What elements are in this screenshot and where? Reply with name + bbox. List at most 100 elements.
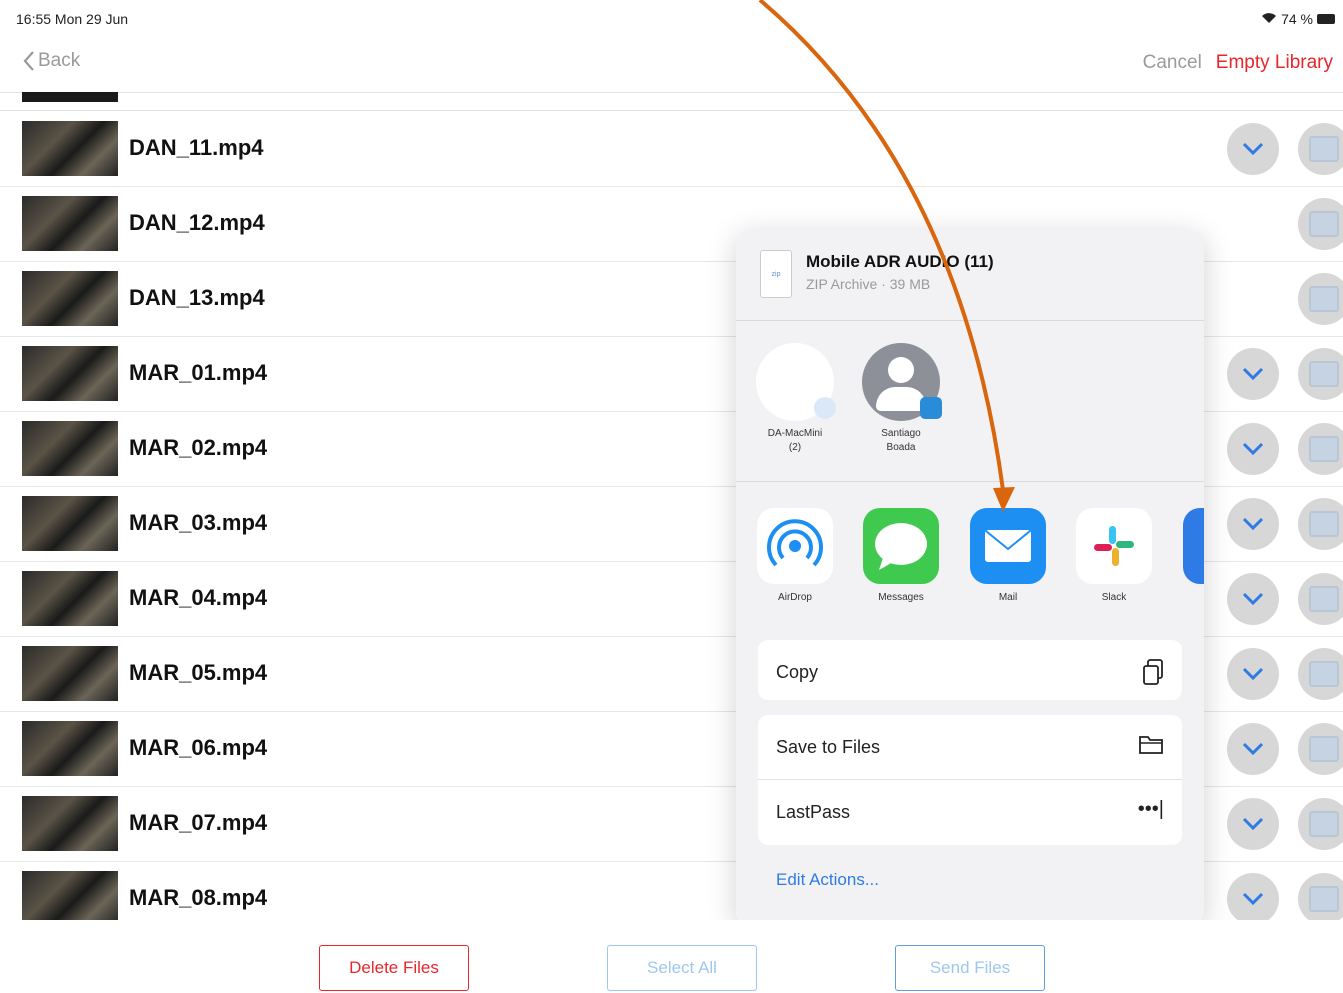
video-thumbnail-partial	[22, 92, 118, 102]
app-label: Mail	[998, 592, 1018, 603]
contact-name-detail: (2)	[788, 442, 802, 453]
download-button[interactable]	[1227, 798, 1279, 850]
action-group-files: Save to Files LastPass •••|	[758, 715, 1182, 845]
airdrop-badge-icon	[814, 397, 836, 419]
download-button[interactable]	[1227, 123, 1279, 175]
app-airdrop[interactable]: AirDrop	[750, 508, 840, 603]
action-label: Copy	[776, 662, 819, 682]
status-right: 74 %	[1261, 11, 1335, 27]
image-preview-icon	[1309, 886, 1339, 912]
preview-button[interactable]	[1298, 123, 1343, 175]
mail-icon	[970, 508, 1046, 584]
download-button[interactable]	[1227, 423, 1279, 475]
copy-action[interactable]: Copy	[758, 640, 1182, 700]
download-button[interactable]	[1227, 348, 1279, 400]
download-button[interactable]	[1227, 873, 1279, 920]
share-subtitle: ZIP Archive · 39 MB	[806, 276, 931, 292]
edit-actions-link[interactable]: Edit Actions...	[776, 870, 879, 890]
chevron-down-icon	[1242, 892, 1264, 906]
file-name: DAN_12.mp4	[129, 210, 265, 235]
back-button[interactable]: Back	[22, 50, 80, 72]
app-messages[interactable]: Messages	[856, 508, 946, 603]
share-apps: AirDrop Messages Mail Slack	[736, 482, 1204, 610]
wifi-icon	[1261, 11, 1277, 27]
image-preview-icon	[1309, 736, 1339, 762]
file-row[interactable]: DAN_11.mp4	[0, 111, 1343, 187]
image-preview-icon	[1309, 136, 1339, 162]
preview-button[interactable]	[1298, 423, 1343, 475]
cancel-button[interactable]: Cancel	[1143, 52, 1202, 74]
chevron-down-icon	[1242, 592, 1264, 606]
contact-da-macmini[interactable]: DA-MacMini (2)	[750, 343, 840, 455]
chevron-down-icon	[1242, 517, 1264, 531]
select-all-button[interactable]: Select All	[607, 945, 757, 991]
image-preview-icon	[1309, 361, 1339, 387]
contact-name: Santiago	[881, 428, 921, 439]
image-preview-icon	[1309, 661, 1339, 687]
preview-button[interactable]	[1298, 648, 1343, 700]
file-name: MAR_01.mp4	[129, 360, 268, 385]
image-preview-icon	[1309, 436, 1339, 462]
contact-name: DA-MacMini	[767, 428, 823, 439]
share-sheet: zip Mobile ADR AUDIO (11) ZIP Archive · …	[736, 230, 1204, 926]
file-name: MAR_02.mp4	[129, 435, 268, 460]
preview-button[interactable]	[1298, 873, 1343, 920]
zip-file-icon: zip	[760, 250, 792, 298]
video-thumbnail	[22, 571, 118, 626]
video-thumbnail	[22, 346, 118, 401]
app-more[interactable]	[1176, 508, 1204, 584]
lastpass-icon: •••|	[1137, 798, 1164, 820]
preview-button[interactable]	[1298, 348, 1343, 400]
app-mail[interactable]: Mail	[963, 508, 1053, 603]
image-preview-icon	[1309, 286, 1339, 312]
status-bar: 16:55 Mon 29 Jun 74 %	[0, 0, 1343, 36]
person-avatar-icon	[862, 343, 942, 421]
chevron-down-icon	[1242, 142, 1264, 156]
airdrop-icon	[757, 508, 833, 584]
battery-icon	[1317, 14, 1335, 24]
more-apps-icon	[1183, 508, 1204, 584]
app-label: Messages	[878, 592, 924, 603]
video-thumbnail	[22, 271, 118, 326]
preview-button[interactable]	[1298, 573, 1343, 625]
file-name: DAN_13.mp4	[129, 285, 265, 310]
app-label: Slack	[1101, 592, 1127, 603]
file-name: MAR_05.mp4	[129, 660, 268, 685]
preview-button[interactable]	[1298, 723, 1343, 775]
file-name: MAR_06.mp4	[129, 735, 268, 760]
preview-button[interactable]	[1298, 498, 1343, 550]
preview-button[interactable]	[1298, 198, 1343, 250]
download-button[interactable]	[1227, 723, 1279, 775]
battery-percent: 74 %	[1281, 11, 1313, 27]
back-label: Back	[38, 50, 81, 71]
contact-name-detail: Boada	[886, 442, 916, 453]
send-files-button[interactable]: Send Files	[895, 945, 1045, 991]
contact-santiago-boada[interactable]: Santiago Boada	[856, 343, 946, 455]
save-to-files-action[interactable]: Save to Files	[758, 715, 1182, 780]
preview-button[interactable]	[1298, 798, 1343, 850]
status-time: 16:55 Mon 29 Jun	[16, 11, 129, 27]
video-thumbnail	[22, 121, 118, 176]
download-button[interactable]	[1227, 498, 1279, 550]
chevron-down-icon	[1242, 817, 1264, 831]
share-header: zip Mobile ADR AUDIO (11) ZIP Archive · …	[736, 230, 1204, 321]
video-thumbnail	[22, 421, 118, 476]
video-thumbnail	[22, 871, 118, 920]
chevron-down-icon	[1242, 442, 1264, 456]
app-slack[interactable]: Slack	[1069, 508, 1159, 603]
chevron-left-icon	[23, 51, 34, 71]
telegram-badge-icon	[920, 397, 942, 419]
file-name: MAR_08.mp4	[129, 885, 268, 910]
download-button[interactable]	[1227, 648, 1279, 700]
app-label: AirDrop	[778, 592, 812, 603]
chevron-down-icon	[1242, 367, 1264, 381]
image-preview-icon	[1309, 586, 1339, 612]
preview-button[interactable]	[1298, 273, 1343, 325]
lastpass-action[interactable]: LastPass •••|	[758, 780, 1182, 844]
download-button[interactable]	[1227, 573, 1279, 625]
messages-icon	[863, 508, 939, 584]
delete-files-button[interactable]: Delete Files	[319, 945, 469, 991]
image-preview-icon	[1309, 211, 1339, 237]
video-thumbnail	[22, 496, 118, 551]
empty-library-button[interactable]: Empty Library	[1216, 52, 1333, 74]
